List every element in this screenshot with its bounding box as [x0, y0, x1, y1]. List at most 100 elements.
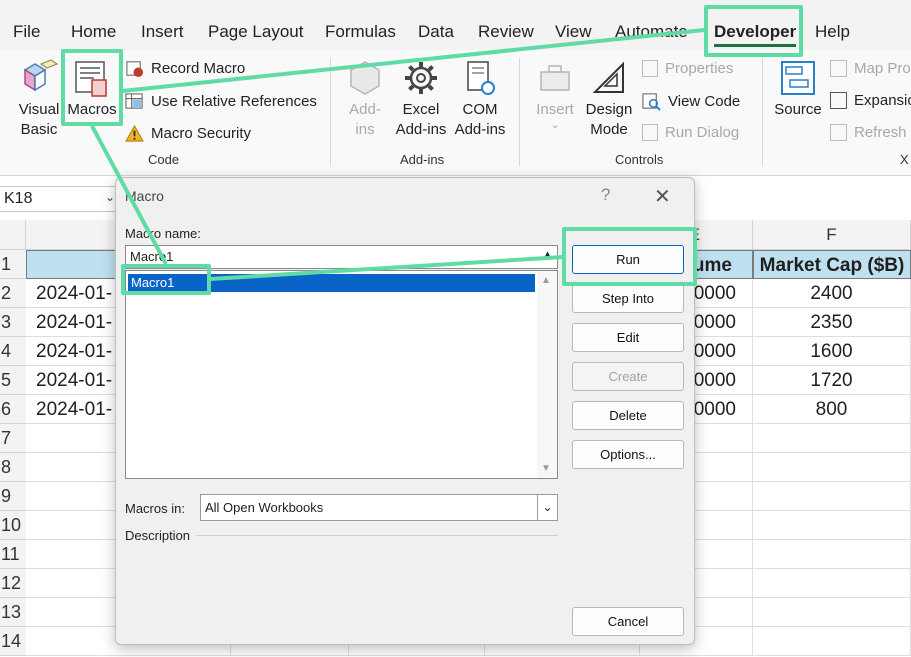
- row-header[interactable]: 14: [0, 627, 26, 656]
- menu-help[interactable]: Help: [815, 22, 850, 42]
- record-macro-label: Record Macro: [151, 60, 246, 77]
- warning-icon: [125, 124, 144, 142]
- expansion-packs-label: Expansio: [854, 92, 911, 109]
- properties-button[interactable]: Properties: [642, 60, 733, 77]
- excel-add-ins-button[interactable]: Excel Add-ins: [393, 58, 449, 140]
- options-button[interactable]: Options...: [572, 440, 684, 469]
- scroll-up-icon[interactable]: ▲: [541, 247, 554, 262]
- design-mode-icon: [592, 61, 624, 93]
- row-header[interactable]: 11: [0, 540, 26, 569]
- table-cell-volume[interactable]: 0000: [689, 366, 753, 395]
- source-label: Source: [774, 101, 822, 118]
- table-cell[interactable]: [753, 453, 911, 482]
- chevron-down-icon[interactable]: ⌄: [537, 495, 557, 520]
- table-cell-volume[interactable]: 0000: [689, 337, 753, 366]
- table-cell-market-cap[interactable]: 2350: [753, 308, 911, 337]
- header-cell-volume[interactable]: ume: [689, 250, 753, 279]
- table-cell[interactable]: [753, 424, 911, 453]
- row-header[interactable]: 7: [0, 424, 26, 453]
- row-header[interactable]: 1: [0, 250, 26, 279]
- delete-button[interactable]: Delete: [572, 401, 684, 430]
- macros-in-select[interactable]: All Open Workbooks ⌄: [200, 494, 558, 521]
- table-cell[interactable]: [753, 598, 911, 627]
- table-cell-market-cap[interactable]: 1600: [753, 337, 911, 366]
- insert-control-button[interactable]: Insert ⌄: [531, 58, 579, 131]
- row-header[interactable]: 3: [0, 308, 26, 337]
- menu-review[interactable]: Review: [478, 22, 534, 42]
- row-header[interactable]: 13: [0, 598, 26, 627]
- table-cell[interactable]: [753, 511, 911, 540]
- run-dialog-button[interactable]: Run Dialog: [642, 124, 739, 141]
- step-into-button[interactable]: Step Into: [572, 284, 684, 313]
- design-mode-label: Design Mode: [585, 101, 633, 138]
- row-header[interactable]: 10: [0, 511, 26, 540]
- table-cell-market-cap[interactable]: 2400: [753, 279, 911, 308]
- table-cell[interactable]: [753, 627, 911, 656]
- select-all-corner[interactable]: [0, 220, 26, 250]
- close-icon[interactable]: ✕: [654, 184, 671, 209]
- map-properties-label: Map Pro: [854, 60, 911, 77]
- edit-button[interactable]: Edit: [572, 323, 684, 352]
- table-cell[interactable]: [753, 482, 911, 511]
- list-item[interactable]: Macro1: [128, 274, 535, 292]
- row-header[interactable]: 9: [0, 482, 26, 511]
- source-button[interactable]: Source: [772, 58, 824, 120]
- menu-file[interactable]: File: [13, 22, 40, 42]
- record-macro-button[interactable]: Record Macro: [125, 59, 245, 78]
- com-add-ins-icon: [467, 61, 495, 95]
- visual-basic-button[interactable]: Visual Basic: [14, 58, 64, 140]
- view-code-icon: [642, 93, 661, 111]
- xml-source-icon: [781, 61, 815, 95]
- view-code-button[interactable]: View Code: [642, 92, 740, 111]
- row-header[interactable]: 12: [0, 569, 26, 598]
- scroll-up-icon[interactable]: ▲: [541, 275, 551, 286]
- list-scrollbar[interactable]: ▲ ▼: [537, 271, 557, 478]
- name-box[interactable]: K18 ⌄: [0, 186, 120, 212]
- table-cell-volume[interactable]: 0000: [689, 395, 753, 424]
- table-cell-market-cap[interactable]: 800: [753, 395, 911, 424]
- menu-home[interactable]: Home: [71, 22, 116, 42]
- menu-developer[interactable]: Developer: [714, 22, 797, 47]
- table-cell-volume[interactable]: 0000: [689, 308, 753, 337]
- menu-bar: File Home Insert Page Layout Formulas Da…: [0, 0, 911, 50]
- menu-page-layout[interactable]: Page Layout: [208, 22, 303, 42]
- table-cell[interactable]: [753, 540, 911, 569]
- macros-label: Macros: [67, 101, 117, 118]
- row-header[interactable]: 2: [0, 279, 26, 308]
- table-cell-volume[interactable]: 0000: [689, 279, 753, 308]
- refresh-data-button[interactable]: Refresh I: [830, 124, 911, 141]
- expansion-packs-button[interactable]: Expansio: [830, 92, 911, 109]
- row-header[interactable]: 4: [0, 337, 26, 366]
- menu-insert[interactable]: Insert: [141, 22, 184, 42]
- macro-name-input[interactable]: Macro1 ▲: [125, 245, 558, 269]
- menu-formulas[interactable]: Formulas: [325, 22, 396, 42]
- column-header-f[interactable]: F: [753, 220, 911, 250]
- menu-view[interactable]: View: [555, 22, 592, 42]
- table-cell-market-cap[interactable]: 1720: [753, 366, 911, 395]
- run-dialog-label: Run Dialog: [665, 124, 740, 141]
- use-relative-references-button[interactable]: Use Relative References: [125, 92, 317, 111]
- run-button[interactable]: Run: [572, 245, 684, 274]
- controls-group-label: Controls: [615, 152, 664, 167]
- create-button[interactable]: Create: [572, 362, 684, 391]
- menu-data[interactable]: Data: [418, 22, 454, 42]
- com-add-ins-button[interactable]: COM Add-ins: [452, 58, 508, 140]
- map-properties-button[interactable]: Map Pro: [830, 60, 911, 77]
- macros-button[interactable]: Macros: [66, 58, 118, 120]
- macro-list[interactable]: Macro1 ▲ ▼: [125, 270, 558, 479]
- macros-in-value: All Open Workbooks: [205, 500, 324, 515]
- table-cell[interactable]: [753, 569, 911, 598]
- row-header[interactable]: 8: [0, 453, 26, 482]
- macro-security-button[interactable]: Macro Security: [125, 124, 251, 143]
- header-cell-market-cap[interactable]: Market Cap ($B): [753, 250, 911, 279]
- gear-icon: [405, 62, 437, 94]
- menu-automate[interactable]: Automate: [615, 22, 703, 42]
- chevron-down-icon[interactable]: ⌄: [105, 190, 115, 204]
- cancel-button[interactable]: Cancel: [572, 607, 684, 636]
- help-icon[interactable]: ?: [601, 185, 610, 205]
- scroll-down-icon[interactable]: ▼: [541, 463, 551, 474]
- row-header[interactable]: 6: [0, 395, 26, 424]
- add-ins-button[interactable]: Add-ins: [340, 58, 390, 140]
- row-header[interactable]: 5: [0, 366, 26, 395]
- design-mode-button[interactable]: Design Mode: [583, 58, 635, 140]
